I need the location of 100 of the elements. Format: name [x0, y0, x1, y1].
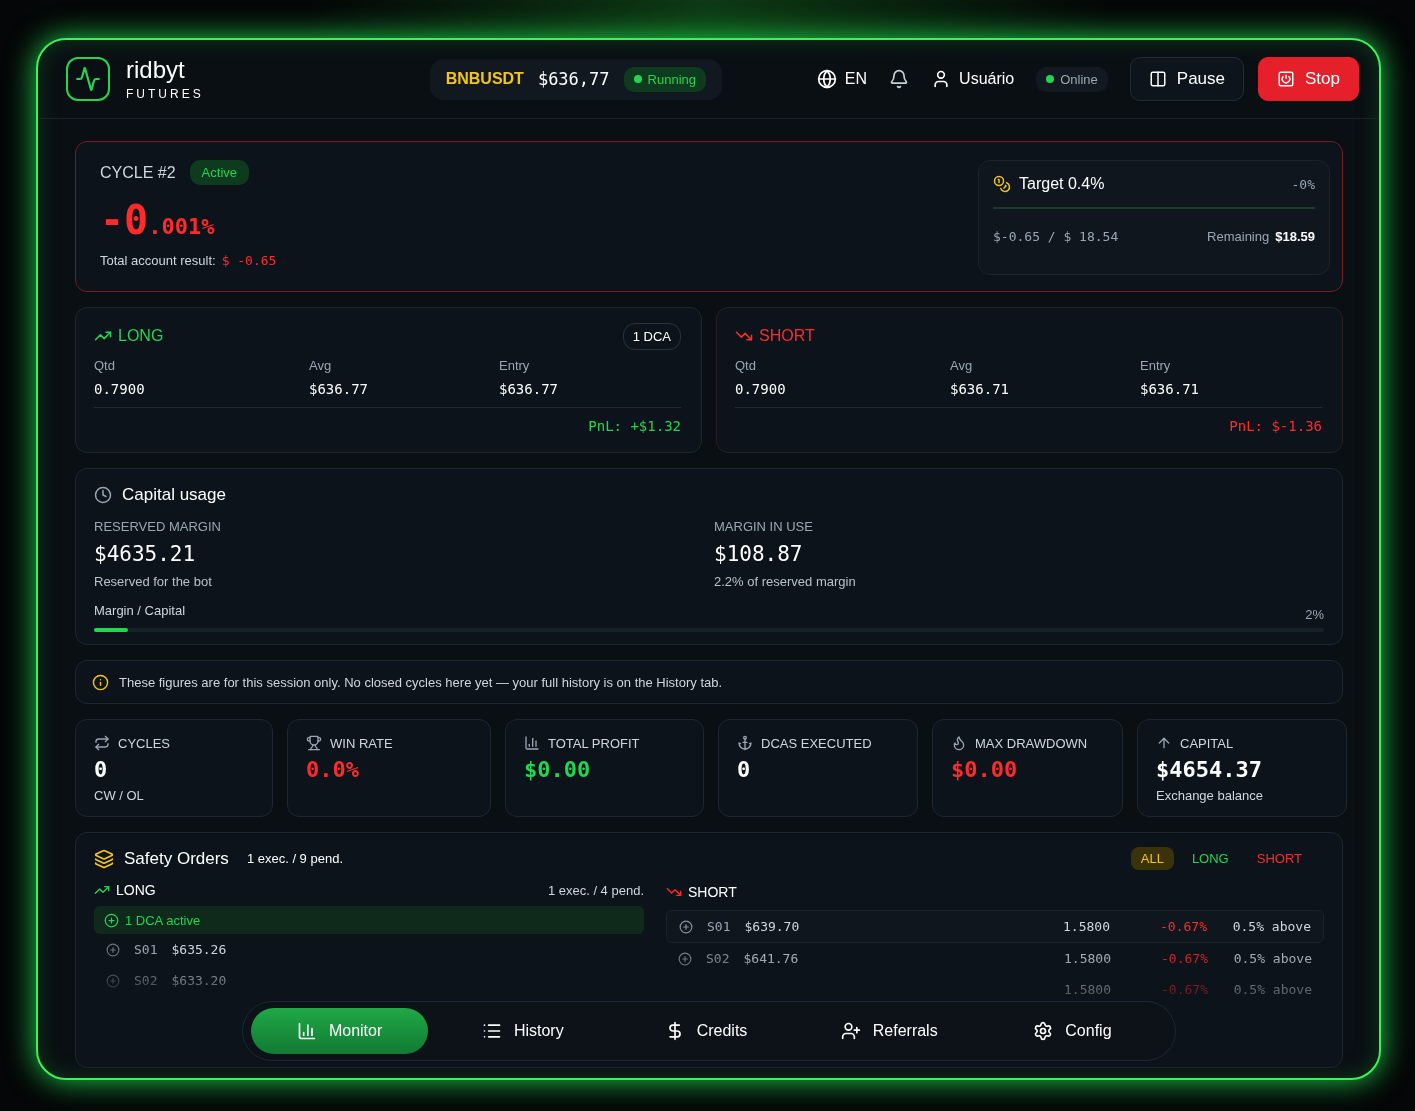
order-qty: 1.5800: [1064, 951, 1112, 966]
field-label: Qtd: [94, 358, 116, 373]
bar-chart-icon: [296, 1021, 317, 1041]
plus-circle-icon: [678, 951, 692, 966]
orders-summary: 1 exec. / 9 pend.: [246, 851, 343, 866]
plus-circle-icon: [106, 942, 120, 957]
pnl-value: PnL: +$1.32: [588, 418, 681, 434]
info-text: These figures are for this session only. No closed cycles here yet — your full history is on the History tab.: [119, 674, 723, 690]
side-title: SHORT: [666, 882, 1324, 902]
metric-value: $4635.21: [94, 542, 197, 566]
stat-note: CW / OL: [94, 788, 145, 803]
bar-percent: 2%: [1305, 607, 1324, 622]
anchor-icon: [737, 735, 753, 751]
order-price: $641.76: [743, 951, 799, 966]
order-id: S01: [707, 919, 731, 934]
target-label: Target 0.4%: [1019, 175, 1105, 193]
order-id: S01: [134, 942, 158, 957]
order-change: -0.67%: [1160, 982, 1208, 997]
nav-tab[interactable]: Credits: [617, 1008, 795, 1054]
active-badge: Active: [189, 160, 249, 185]
order-qty: 1.5800: [1063, 919, 1111, 934]
order-distance: 0.5% above: [1231, 919, 1311, 934]
side-title: SHORT: [735, 327, 815, 345]
side-title: LONG: [94, 882, 156, 898]
dca-badge: 1 DCA: [622, 322, 681, 350]
logo-subtitle: FUTURES: [126, 86, 204, 101]
user-plus-icon: [840, 1021, 861, 1041]
coin-icon: [993, 175, 1011, 193]
pnl-value: PnL: $-1.36: [1229, 418, 1322, 434]
trophy-icon: [306, 735, 322, 751]
field-label: Entry: [1140, 358, 1172, 373]
stat-label: CYCLES: [118, 735, 171, 751]
logo-name: ridbyt: [126, 57, 186, 82]
total-result-label: Total account result:: [100, 253, 216, 268]
order-id: S02: [134, 973, 158, 988]
layers-icon: [94, 848, 114, 869]
filter-tab[interactable]: ALL: [1130, 847, 1174, 870]
field-value: $636.71: [950, 381, 1010, 397]
filter-tab[interactable]: LONG: [1181, 847, 1239, 870]
stat-value: $0.00: [524, 757, 592, 782]
field-label: Avg: [950, 358, 974, 373]
pair-name: BNBUSDT: [445, 70, 524, 88]
online-badge: Online: [1036, 66, 1108, 92]
order-distance: 0.5% above: [1232, 982, 1312, 997]
pause-button[interactable]: Pause: [1129, 57, 1244, 101]
field-label: Avg: [309, 358, 333, 373]
status-badge: Running: [623, 66, 706, 92]
remaining-value: $18.59: [1275, 229, 1315, 244]
pair-price: $636,77: [537, 69, 610, 89]
field-value: 0.7900: [735, 381, 787, 397]
order-qty: 1.5800: [1064, 982, 1112, 997]
active-dca-label: 1 DCA active: [125, 912, 201, 928]
metric-label: RESERVED MARGIN: [94, 519, 222, 534]
pause-icon: [1148, 70, 1167, 88]
field-label: Qtd: [735, 358, 757, 373]
metric-note: Reserved for the bot: [94, 574, 213, 589]
total-result-value: $ -0.65: [221, 253, 277, 268]
stop-button[interactable]: Stop: [1258, 57, 1359, 101]
card-title: Safety Orders: [124, 848, 229, 869]
metric-label: MARGIN IN USE: [714, 519, 814, 534]
pulse-icon: [75, 66, 101, 92]
user-menu[interactable]: Usuário: [931, 69, 1015, 89]
repeat-icon: [94, 735, 110, 751]
stat-value: $4654.37: [1156, 757, 1263, 782]
order-distance: 0.5% above: [1232, 951, 1312, 966]
flame-icon: [951, 735, 967, 751]
stat-value: 0.0%: [306, 757, 360, 782]
nav-tab[interactable]: History: [434, 1008, 612, 1054]
nav-tab[interactable]: Referrals: [800, 1008, 978, 1054]
nav-tab[interactable]: Monitor: [251, 1008, 429, 1054]
plus-circle-icon: [106, 973, 120, 988]
target-amounts: $-0.65 / $ 18.54: [993, 229, 1119, 244]
stat-label: WIN RATE: [330, 735, 393, 751]
metric-note: 2.2% of reserved margin: [714, 574, 857, 589]
field-value: $636.77: [309, 381, 369, 397]
bell-icon[interactable]: [889, 69, 910, 89]
stat-label: TOTAL PROFIT: [548, 735, 640, 751]
cycle-title: CYCLE #2: [100, 163, 176, 182]
list-icon: [481, 1021, 502, 1041]
info-icon: [92, 673, 109, 691]
language-selector[interactable]: EN: [816, 69, 868, 89]
plus-circle-icon: [104, 912, 119, 928]
order-change: -0.67%: [1159, 919, 1207, 934]
plus-circle-icon: [679, 919, 693, 934]
stat-value: $0.00: [951, 757, 1019, 782]
stat-value: 0: [737, 757, 752, 782]
stat-label: MAX DRAWDOWN: [975, 735, 1088, 751]
side-summary: 1 exec. / 4 pend.: [547, 882, 644, 898]
filter-tab[interactable]: SHORT: [1246, 847, 1312, 870]
field-value: 0.7900: [94, 381, 146, 397]
globe-icon: [816, 69, 837, 89]
clock-icon: [94, 486, 112, 504]
cycle-result: -0.001%: [100, 197, 216, 243]
stat-value: 0: [94, 757, 109, 782]
nav-tab[interactable]: Config: [983, 1008, 1161, 1054]
side-title: LONG: [94, 327, 164, 345]
order-price: $633.20: [171, 973, 227, 988]
bar-chart-icon: [524, 735, 540, 751]
order-id: S02: [706, 951, 730, 966]
stat-label: CAPITAL: [1180, 735, 1234, 751]
